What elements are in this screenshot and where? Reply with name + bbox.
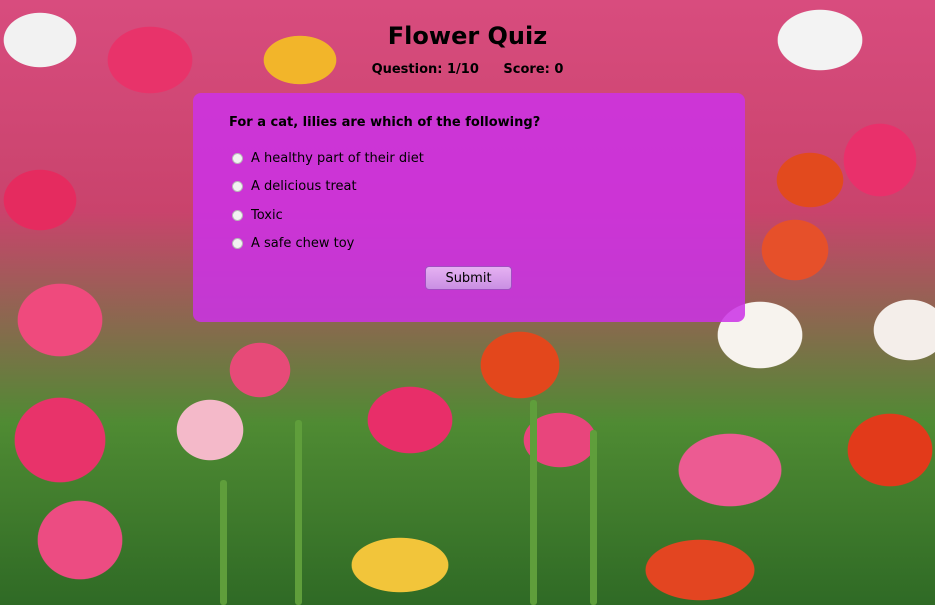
answer-option-label: A healthy part of their diet [251,150,424,166]
answer-option-4[interactable]: A safe chew toy [229,230,709,259]
quiz-status-bar: Question: 1/10 Score: 0 [0,62,935,77]
tulip-stem [590,430,597,605]
quiz-card: For a cat, lilies are which of the follo… [193,93,745,322]
radio-button[interactable] [232,152,243,164]
answer-option-label: Toxic [251,207,283,223]
submit-button[interactable]: Submit [425,266,512,290]
answer-option-label: A delicious treat [251,179,357,195]
radio-button[interactable] [232,238,243,250]
question-counter: Question: 1/10 [371,62,479,77]
tulip-stem [530,400,537,605]
tulip-stem [295,420,302,605]
answer-option-1[interactable]: A healthy part of their diet [229,144,709,173]
tulip-stem [220,480,227,605]
radio-button[interactable] [232,209,243,221]
answer-option-label: A safe chew toy [251,236,355,252]
question-text: For a cat, lilies are which of the follo… [229,115,541,130]
page-title: Flower Quiz [387,22,548,50]
answer-option-2[interactable]: A delicious treat [229,173,709,202]
answer-option-3[interactable]: Toxic [229,201,709,230]
score-display: Score: 0 [503,62,564,77]
radio-button[interactable] [232,181,243,193]
